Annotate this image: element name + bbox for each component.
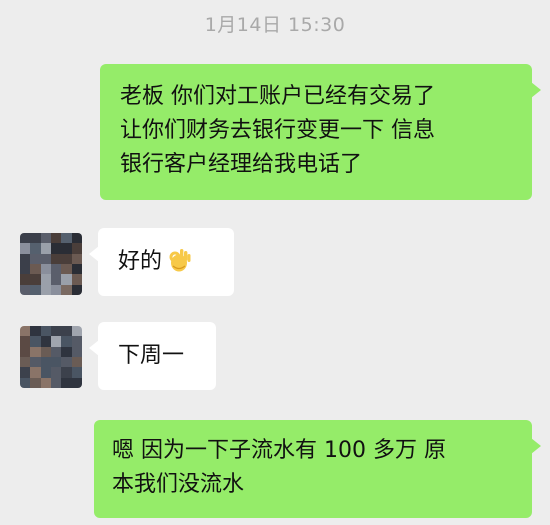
avatar-mosaic-cell — [61, 367, 72, 378]
avatar-mosaic-cell — [71, 243, 82, 254]
avatar-mosaic-cell — [50, 263, 62, 275]
avatar-mosaic-cell — [50, 326, 62, 337]
message-line: 嗯 因为一下子流水有 100 多万 原 — [112, 438, 446, 463]
message-text: 好的 — [118, 249, 163, 274]
avatar-mosaic-cell — [61, 356, 72, 368]
avatar-mosaic-cell — [50, 233, 62, 244]
avatar-mosaic-cell — [40, 346, 51, 357]
avatar-mosaic-cell — [50, 243, 62, 254]
avatar-mosaic-cell — [61, 326, 72, 337]
avatar-mosaic-cell — [40, 326, 51, 337]
avatar-mosaic-cell — [20, 284, 31, 295]
avatar-mosaic-cell — [40, 356, 51, 368]
message-timestamp: 1月14日 15:30 — [204, 14, 346, 36]
avatar-mosaic-cell — [20, 336, 31, 347]
outgoing-message-bubble[interactable]: 老板 你们对工账户已经有交易了 让你们财务去银行变更一下 信息 银行客户经理给我… — [100, 64, 541, 200]
avatar-mosaic-cell — [71, 336, 82, 347]
avatar-mosaic-cell — [50, 336, 62, 347]
avatar-mosaic-cell — [30, 367, 41, 378]
avatar-mosaic-cell — [71, 367, 82, 378]
avatar-mosaic-cell — [40, 377, 51, 388]
contact-avatar[interactable] — [20, 233, 82, 295]
avatar-mosaic-cell — [40, 233, 51, 244]
avatar-mosaic-cell — [50, 367, 62, 378]
avatar-mosaic-cell — [30, 326, 41, 337]
incoming-message-bubble[interactable]: 下周一 — [89, 322, 216, 390]
avatar-mosaic-cell — [30, 377, 41, 388]
avatar-mosaic-cell — [40, 274, 51, 285]
avatar-mosaic-cell — [71, 284, 82, 295]
avatar-mosaic-cell — [30, 274, 41, 285]
avatar-mosaic-cell — [71, 346, 82, 357]
avatar-mosaic-cell — [40, 284, 51, 295]
avatar-mosaic-cell — [61, 274, 72, 285]
avatar-mosaic-cell — [61, 336, 72, 347]
avatar-mosaic-cell — [40, 243, 51, 254]
avatar-mosaic-cell — [50, 284, 62, 295]
avatar-mosaic-cell — [61, 377, 72, 388]
avatar-mosaic-cell — [30, 356, 41, 368]
avatar-mosaic-cell — [30, 263, 41, 275]
message-line: 老板 你们对工账户已经有交易了 — [120, 84, 435, 109]
avatar-mosaic-cell — [20, 253, 31, 264]
avatar-mosaic-cell — [30, 346, 41, 357]
avatar-mosaic-cell — [40, 336, 51, 347]
avatar-mosaic-cell — [61, 263, 72, 275]
avatar-mosaic-cell — [50, 253, 62, 264]
avatar-mosaic-cell — [20, 377, 31, 388]
avatar-mosaic-cell — [50, 274, 62, 285]
avatar-mosaic-cell — [40, 367, 51, 378]
ok-hand-icon — [169, 249, 191, 272]
avatar-mosaic-cell — [30, 233, 41, 244]
avatar-mosaic-cell — [71, 233, 82, 244]
avatar-mosaic-cell — [71, 274, 82, 285]
avatar-mosaic-cell — [71, 253, 82, 264]
avatar-mosaic-cell — [30, 336, 41, 347]
avatar-mosaic-cell — [71, 326, 82, 337]
contact-avatar[interactable] — [20, 326, 82, 388]
avatar-mosaic-cell — [40, 253, 51, 264]
avatar-mosaic-cell — [20, 367, 31, 378]
message-line: 让你们财务去银行变更一下 信息 — [120, 118, 435, 143]
avatar-mosaic-cell — [61, 233, 72, 244]
avatar-mosaic-cell — [40, 263, 51, 275]
avatar-mosaic-cell — [50, 377, 62, 388]
avatar-mosaic-cell — [20, 326, 31, 337]
avatar-mosaic-cell — [20, 243, 31, 254]
avatar-mosaic-cell — [20, 263, 31, 275]
avatar-mosaic-cell — [71, 263, 82, 275]
avatar-mosaic-cell — [20, 356, 31, 368]
avatar-mosaic-cell — [20, 274, 31, 285]
avatar-mosaic-cell — [61, 253, 72, 264]
avatar-mosaic-cell — [20, 346, 31, 357]
avatar-mosaic-cell — [50, 346, 62, 357]
avatar-mosaic-cell — [71, 377, 82, 388]
message-line: 银行客户经理给我电话了 — [120, 152, 363, 177]
avatar-mosaic-cell — [30, 284, 41, 295]
avatar-mosaic-cell — [30, 243, 41, 254]
avatar-mosaic-cell — [30, 253, 41, 264]
avatar-mosaic-cell — [61, 243, 72, 254]
avatar-mosaic-cell — [50, 356, 62, 368]
avatar-mosaic-cell — [20, 233, 31, 244]
message-line: 本我们没流水 — [112, 472, 245, 497]
incoming-message-bubble[interactable]: 好的 — [89, 228, 234, 296]
outgoing-message-bubble[interactable]: 嗯 因为一下子流水有 100 多万 原 本我们没流水 — [94, 420, 541, 518]
avatar-mosaic-cell — [61, 346, 72, 357]
message-text: 下周一 — [118, 343, 185, 368]
avatar-mosaic-cell — [71, 356, 82, 368]
avatar-mosaic-cell — [61, 284, 72, 295]
